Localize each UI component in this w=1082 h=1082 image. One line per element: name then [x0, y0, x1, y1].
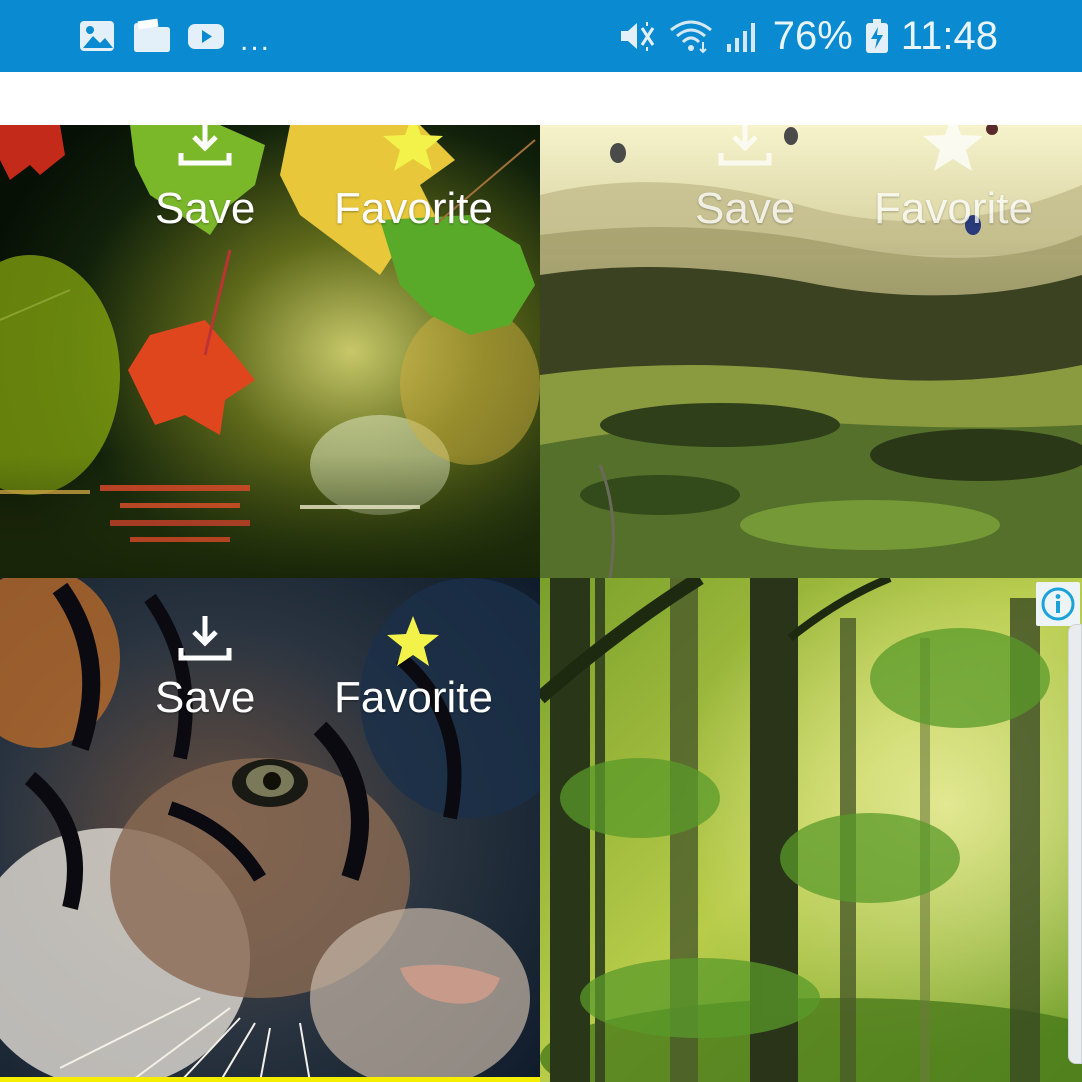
favorite-button[interactable]: Favorite: [334, 614, 493, 722]
battery-percent: 76%: [772, 14, 853, 58]
save-label: Save: [155, 673, 256, 722]
battery-charging-icon: [865, 18, 889, 54]
signal-icon: [725, 18, 761, 54]
bottom-accent-strip: [0, 1077, 540, 1082]
wallpaper-tile-autumn[interactable]: Save Favorite: [0, 125, 540, 578]
star-filled-icon: [383, 125, 444, 185]
status-bar: ... 76% 11:48: [0, 0, 1082, 72]
favorite-label: Favorite: [874, 184, 1033, 233]
wifi-icon: [669, 18, 713, 54]
save-label: Save: [155, 184, 256, 233]
wallpaper-tile-hills[interactable]: Save Favorite: [540, 125, 1082, 578]
app-header-space: [0, 72, 1082, 125]
status-bar-system: 76% 11:48: [617, 12, 998, 60]
info-icon: [1041, 587, 1075, 621]
favorite-label: Favorite: [334, 673, 493, 722]
wallpaper-tile-tiger[interactable]: Save Favorite: [0, 578, 540, 1082]
more-notifications-indicator: ...: [240, 24, 272, 57]
save-button[interactable]: Save: [155, 125, 255, 233]
favorite-label: Favorite: [334, 184, 493, 233]
favorite-button[interactable]: Favorite: [874, 125, 1033, 233]
favorite-button[interactable]: Favorite: [334, 125, 493, 233]
star-outline-icon: [923, 125, 984, 185]
save-button[interactable]: Save: [695, 125, 795, 233]
download-icon: [715, 125, 775, 185]
status-bar-notifications: ...: [78, 16, 271, 56]
youtube-icon: [186, 18, 226, 54]
save-button[interactable]: Save: [155, 614, 255, 722]
vibrate-mute-icon: [617, 18, 657, 54]
wallpaper-image: [540, 578, 1082, 1082]
folder-icon: [132, 18, 172, 54]
download-icon: [175, 614, 235, 674]
wallpaper-tile-forest[interactable]: [540, 578, 1082, 1082]
star-filled-icon: [383, 614, 443, 674]
ad-info-button[interactable]: [1036, 582, 1080, 626]
save-label: Save: [695, 184, 796, 233]
clock: 11:48: [900, 14, 998, 58]
gallery-icon: [78, 18, 118, 54]
side-drawer-handle[interactable]: [1068, 624, 1082, 1064]
download-icon: [175, 125, 235, 185]
